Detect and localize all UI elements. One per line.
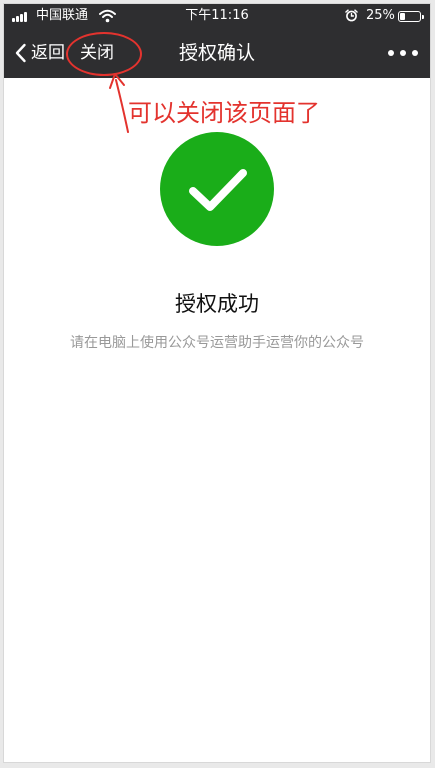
battery-percent: 25%	[366, 8, 395, 23]
check-circle-icon	[160, 132, 274, 246]
phone-screen: 中国联通 下午11:16 25% 返回 关闭 授权确认 可以关闭该页面了 授权成…	[3, 3, 431, 763]
back-label: 返回	[31, 43, 65, 63]
chevron-left-icon	[15, 43, 26, 63]
battery-level	[400, 13, 405, 20]
back-button[interactable]: 返回	[14, 40, 65, 66]
result-title: 授权成功	[175, 292, 259, 316]
result-description: 请在电脑上使用公众号运营助手运营你的公众号	[70, 335, 364, 351]
status-bar: 中国联通 下午11:16 25%	[4, 4, 430, 28]
more-dots-icon[interactable]	[388, 46, 418, 60]
battery-icon	[398, 11, 424, 22]
annotation-text: 可以关闭该页面了	[128, 99, 320, 127]
alarm-clock-icon	[345, 9, 358, 22]
